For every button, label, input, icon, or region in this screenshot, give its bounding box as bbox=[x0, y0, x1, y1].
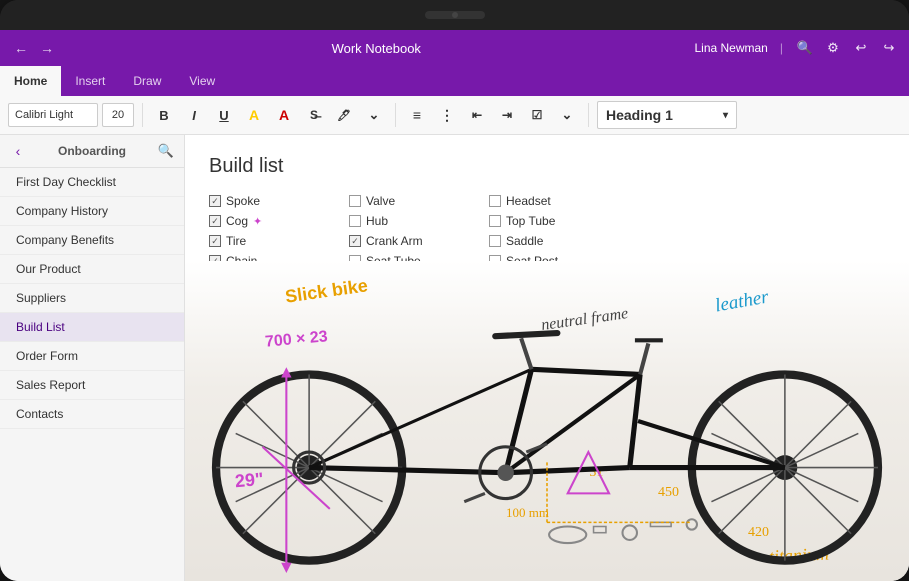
device-frame: ← → Work Notebook Lina Newman | 🔍 ⚙ ↩ ↪ … bbox=[0, 0, 909, 581]
item-label: Cog bbox=[226, 214, 248, 228]
user-name: Lina Newman bbox=[694, 41, 767, 55]
heading-style-dropdown[interactable]: Heading 1 ▾ bbox=[597, 101, 737, 129]
sidebar-item-order-form[interactable]: Order Form bbox=[0, 342, 184, 371]
checkbox[interactable] bbox=[349, 215, 361, 227]
highlight-button[interactable]: A bbox=[241, 102, 267, 128]
more-para[interactable]: ⌄ bbox=[554, 102, 580, 128]
app-title: Work Notebook bbox=[332, 41, 421, 56]
font-name-input[interactable]: Calibri Light bbox=[8, 103, 98, 127]
sidebar-header: ‹ Onboarding 🔍 bbox=[0, 135, 184, 168]
search-icon[interactable]: 🔍 bbox=[795, 38, 815, 58]
page-content: Build list Spoke Cog ✦ bbox=[185, 135, 909, 581]
heading-dropdown-arrow: ▾ bbox=[723, 110, 728, 121]
sidebar-items-list: First Day Checklist Company History Comp… bbox=[0, 168, 184, 581]
more-styles[interactable]: ⌄ bbox=[361, 102, 387, 128]
sidebar-item-first-day[interactable]: First Day Checklist bbox=[0, 168, 184, 197]
strikethrough-button[interactable]: S̶ bbox=[301, 102, 327, 128]
checkbox[interactable] bbox=[489, 195, 501, 207]
nav-buttons: ← → bbox=[10, 37, 58, 59]
heading-style-label: Heading 1 bbox=[606, 107, 673, 123]
sidebar: ‹ Onboarding 🔍 First Day Checklist Compa… bbox=[0, 135, 185, 581]
page-inner: Build list Spoke Cog ✦ bbox=[185, 135, 909, 581]
checkbox[interactable] bbox=[489, 235, 501, 247]
app-window: ← → Work Notebook Lina Newman | 🔍 ⚙ ↩ ↪ … bbox=[0, 30, 909, 581]
checkbox[interactable] bbox=[209, 215, 221, 227]
ribbon-tabs: Home Insert Draw View bbox=[0, 66, 909, 96]
title-bar: ← → Work Notebook Lina Newman | 🔍 ⚙ ↩ ↪ bbox=[0, 30, 909, 66]
redo-icon[interactable]: ↪ bbox=[879, 38, 899, 58]
list-item: Tire bbox=[209, 232, 349, 250]
checkbox[interactable] bbox=[489, 215, 501, 227]
undo-icon[interactable]: ↩ bbox=[851, 38, 871, 58]
tab-draw[interactable]: Draw bbox=[119, 66, 175, 96]
font-color-button[interactable]: A bbox=[271, 102, 297, 128]
sidebar-item-company-history[interactable]: Company History bbox=[0, 197, 184, 226]
sidebar-search-button[interactable]: 🔍 bbox=[156, 141, 176, 161]
indent-left-button[interactable]: ⇤ bbox=[464, 102, 490, 128]
sidebar-section: Onboarding bbox=[32, 144, 152, 158]
item-label: Crank Arm bbox=[366, 234, 423, 248]
checkbox[interactable] bbox=[349, 195, 361, 207]
list-item: Top Tube bbox=[489, 212, 629, 230]
title-bar-right: Lina Newman | 🔍 ⚙ ↩ ↪ bbox=[694, 38, 899, 58]
item-label: Tire bbox=[226, 234, 246, 248]
tab-view[interactable]: View bbox=[175, 66, 229, 96]
ribbon-toolbar: Calibri Light 20 B I U A A S̶ 🖊 ⌄ ≡ ⋮ ⇤ … bbox=[0, 96, 909, 134]
back-button[interactable]: ← bbox=[10, 37, 32, 59]
list-item: Headset bbox=[489, 192, 629, 210]
sidebar-item-our-product[interactable]: Our Product bbox=[0, 255, 184, 284]
item-label: Valve bbox=[366, 194, 395, 208]
content-area: ‹ Onboarding 🔍 First Day Checklist Compa… bbox=[0, 135, 909, 581]
tab-home[interactable]: Home bbox=[0, 66, 61, 96]
font-selector: Calibri Light 20 bbox=[8, 103, 134, 127]
indent-right-button[interactable]: ⇥ bbox=[494, 102, 520, 128]
style-picker[interactable]: 🖊 bbox=[331, 102, 357, 128]
sidebar-item-contacts[interactable]: Contacts bbox=[0, 400, 184, 429]
page-title: Build list bbox=[209, 155, 885, 178]
device-bezel bbox=[0, 0, 909, 30]
item-label: Saddle bbox=[506, 234, 543, 248]
sidebar-item-build-list[interactable]: Build List bbox=[0, 313, 184, 342]
forward-button[interactable]: → bbox=[36, 37, 58, 59]
item-label: Hub bbox=[366, 214, 388, 228]
bike-illustration bbox=[185, 261, 909, 581]
sidebar-item-suppliers[interactable]: Suppliers bbox=[0, 284, 184, 313]
sidebar-item-company-benefits[interactable]: Company Benefits bbox=[0, 226, 184, 255]
list-item: Crank Arm bbox=[349, 232, 489, 250]
numbered-list-button[interactable]: ⋮ bbox=[434, 102, 460, 128]
bold-button[interactable]: B bbox=[151, 102, 177, 128]
title-icons: 🔍 ⚙ ↩ ↪ bbox=[795, 38, 899, 58]
underline-button[interactable]: U bbox=[211, 102, 237, 128]
list-item: Hub bbox=[349, 212, 489, 230]
bullet-list-button[interactable]: ≡ bbox=[404, 102, 430, 128]
sidebar-collapse-button[interactable]: ‹ bbox=[8, 141, 28, 161]
separator-2 bbox=[395, 103, 396, 127]
separator-3 bbox=[588, 103, 589, 127]
list-item: Spoke bbox=[209, 192, 349, 210]
font-size-input[interactable]: 20 bbox=[102, 103, 134, 127]
item-label: Top Tube bbox=[506, 214, 555, 228]
list-item: Valve bbox=[349, 192, 489, 210]
list-item: Cog ✦ bbox=[209, 212, 349, 230]
checkbox-button[interactable]: ☑ bbox=[524, 102, 550, 128]
separator-1 bbox=[142, 103, 143, 127]
ribbon: Home Insert Draw View Calibri Light 20 B… bbox=[0, 66, 909, 135]
italic-button[interactable]: I bbox=[181, 102, 207, 128]
star-icon: ✦ bbox=[253, 215, 262, 228]
bike-area: Slick bike 700 × 23 29" neutral frame le… bbox=[185, 261, 909, 581]
separator: | bbox=[780, 41, 783, 55]
sidebar-item-sales-report[interactable]: Sales Report bbox=[0, 371, 184, 400]
camera bbox=[452, 12, 458, 18]
checkbox[interactable] bbox=[349, 235, 361, 247]
item-label: Spoke bbox=[226, 194, 260, 208]
list-item: Saddle bbox=[489, 232, 629, 250]
bike-background: Slick bike 700 × 23 29" neutral frame le… bbox=[185, 261, 909, 581]
checkbox[interactable] bbox=[209, 235, 221, 247]
checkbox[interactable] bbox=[209, 195, 221, 207]
settings-icon[interactable]: ⚙ bbox=[823, 38, 843, 58]
tab-insert[interactable]: Insert bbox=[61, 66, 119, 96]
item-label: Headset bbox=[506, 194, 551, 208]
